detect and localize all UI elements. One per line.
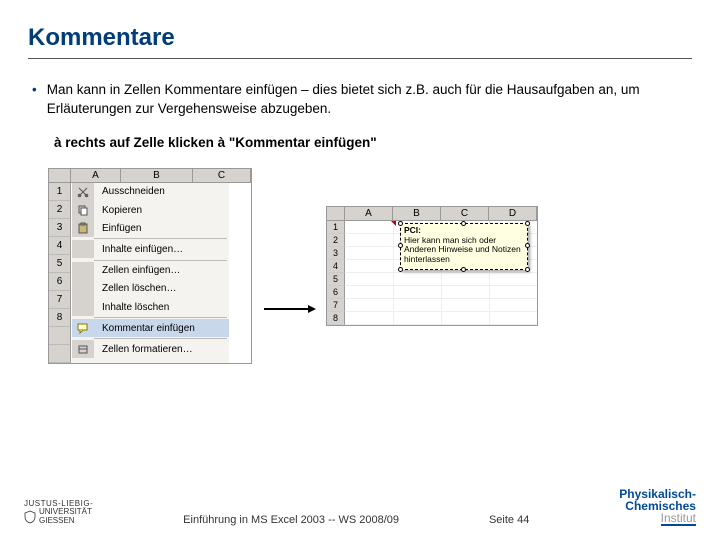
ctx-paste-special[interactable]: Inhalte einfügen… xyxy=(72,240,229,258)
ctx-delete-cells[interactable]: Zellen löschen… xyxy=(72,280,229,298)
logo-giessen: JUSTUS-LIEBIG- UNIVERSITÄTGIESSEN xyxy=(24,500,93,526)
footer-mid: Einführung in MS Excel 2003 -- WS 2008/0… xyxy=(183,514,399,526)
logo-pci: Physikalisch- Chemisches Institut xyxy=(619,488,696,526)
column-headers: A B C xyxy=(49,169,251,183)
page-number: Seite 44 xyxy=(489,514,529,526)
col-header-c: C xyxy=(193,169,251,182)
scissors-icon xyxy=(72,183,94,201)
page-title: Kommentare xyxy=(28,24,692,52)
comment-text: Hier kann man sich oder Anderen Hinweise… xyxy=(404,235,521,265)
column-headers-2: A B C D xyxy=(327,207,537,221)
col-header-a: A xyxy=(71,169,121,182)
context-menu: Ausschneiden Kopieren Einfügen Inhalte e… xyxy=(71,183,229,363)
ctx-copy[interactable]: Kopieren xyxy=(72,201,229,219)
ctx-paste[interactable]: Einfügen xyxy=(72,219,229,237)
row-numbers-2: 123 456 78 xyxy=(327,221,345,325)
ctx-format[interactable]: Zellen formatieren… xyxy=(72,340,229,358)
comment-icon xyxy=(72,319,94,337)
divider xyxy=(28,58,692,59)
bullet-text: Man kann in Zellen Kommentare einfügen –… xyxy=(47,81,692,119)
format-icon xyxy=(72,340,94,358)
bullet-item: • Man kann in Zellen Kommentare einfügen… xyxy=(28,81,692,119)
shield-icon xyxy=(24,510,36,524)
ctx-cut[interactable]: Ausschneiden xyxy=(72,183,229,201)
sub-instruction: à rechts auf Zelle klicken à "Kommentar … xyxy=(54,135,692,150)
ctx-insert-comment[interactable]: Kommentar einfügen xyxy=(72,319,229,337)
screenshot-comment: A B C D 123 456 78 PCI: Hi xyxy=(326,206,538,326)
row-numbers: 123 456 78 xyxy=(49,183,71,363)
ctx-insert-cells[interactable]: Zellen einfügen… xyxy=(72,262,229,280)
arrow-right-icon xyxy=(262,301,316,311)
ctx-clear[interactable]: Inhalte löschen xyxy=(72,298,229,316)
copy-icon xyxy=(72,201,94,219)
comment-indicator-icon xyxy=(391,221,396,226)
comment-box[interactable]: PCI: Hier kann man sich oder Anderen Hin… xyxy=(400,223,528,270)
paste-icon xyxy=(72,219,94,237)
col-header-b: B xyxy=(121,169,193,182)
screenshot-context-menu: A B C 123 456 78 Ausschneiden xyxy=(48,168,252,364)
bullet-dot: • xyxy=(32,81,37,119)
footer: JUSTUS-LIEBIG- UNIVERSITÄTGIESSEN Einfüh… xyxy=(24,488,696,526)
